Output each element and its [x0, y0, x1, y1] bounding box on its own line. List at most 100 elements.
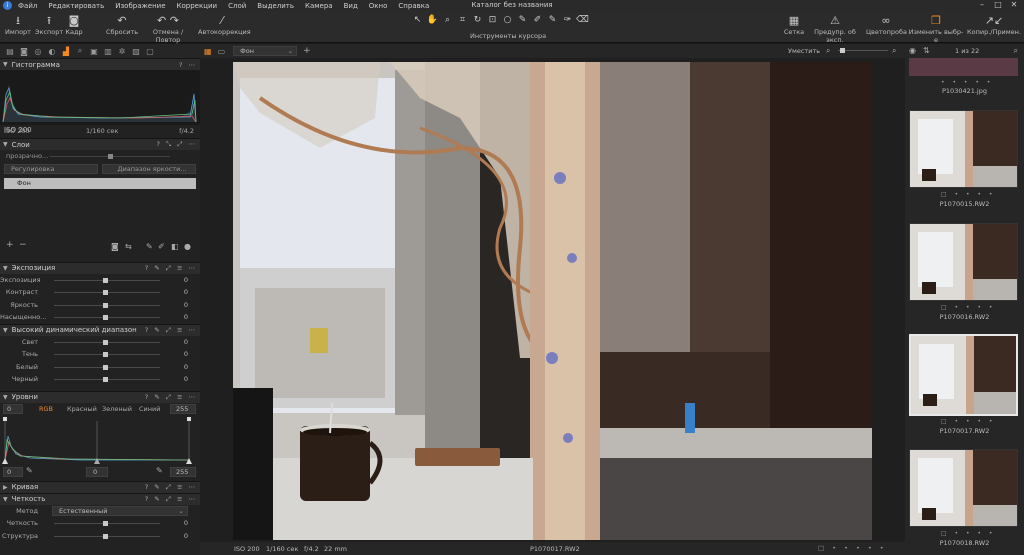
- exposure-slider[interactable]: [103, 277, 108, 283]
- rating-dots[interactable]: □ • • • • •: [818, 544, 887, 552]
- channel-rgb[interactable]: RGB: [39, 405, 53, 413]
- menu-layer[interactable]: Слой: [228, 2, 246, 10]
- menu-image[interactable]: Изображение: [115, 2, 165, 10]
- gradient-icon[interactable]: ✑: [560, 15, 575, 25]
- black-value[interactable]: 0: [166, 375, 188, 383]
- import-button[interactable]: ⭳ Импорт: [5, 14, 31, 36]
- contrast-value[interactable]: 0: [166, 288, 188, 296]
- white-value[interactable]: 0: [166, 363, 188, 371]
- clarity-slider[interactable]: [103, 521, 108, 526]
- layer-select[interactable]: Фон ⌄: [233, 46, 298, 56]
- thumbnail-p1030421[interactable]: [909, 58, 1018, 76]
- opacity-slider[interactable]: [108, 154, 113, 159]
- saturation-slider[interactable]: [103, 315, 108, 320]
- layer-item-background[interactable]: Фон: [4, 177, 196, 189]
- levels-graph[interactable]: [0, 416, 200, 466]
- search-icon[interactable]: ⌕: [1014, 46, 1018, 56]
- saturation-value[interactable]: 0: [166, 313, 188, 321]
- details-tab-icon[interactable]: ⌕: [73, 46, 87, 56]
- autocorrect-button[interactable]: ⁄ Автокоррекция: [198, 14, 251, 36]
- levels-header[interactable]: ▼ Уровни? ✎ ⤢ ≡ ⋯: [0, 390, 200, 403]
- shadows-value[interactable]: 0: [166, 350, 188, 358]
- rotate-icon[interactable]: ↻: [470, 15, 485, 25]
- color-tab-icon[interactable]: ◐: [45, 47, 59, 56]
- reset-button[interactable]: ↶ Сбросить: [106, 14, 138, 36]
- clarity-method-dropdown[interactable]: Естественный ⌄: [52, 505, 188, 516]
- levels-output-min[interactable]: 0: [3, 466, 23, 477]
- hdr-header[interactable]: ▼ Высокий динамический диапазон? ✎ ⤢ ≡ ⋯: [0, 323, 200, 336]
- add-layer-icon[interactable]: +: [6, 240, 14, 250]
- capture-button[interactable]: ◙ Кадр: [64, 14, 84, 36]
- zoom-icon[interactable]: ⌕: [440, 15, 455, 25]
- thumbnail-p1070016[interactable]: [909, 223, 1018, 301]
- zoom-in-icon[interactable]: ⌕: [892, 46, 896, 56]
- curve-header[interactable]: ▶ Кривая? ✎ ⤢ ≡ ⋯: [0, 480, 200, 493]
- exposure-tab-icon[interactable]: ▟: [59, 47, 73, 56]
- hand-icon[interactable]: ✋: [425, 15, 440, 25]
- edit-selected-button[interactable]: ❐ Изменить выбр-е: [908, 14, 964, 44]
- photo[interactable]: [200, 58, 905, 542]
- remove-layer-icon[interactable]: −: [19, 240, 27, 250]
- clarity-header[interactable]: ▼ Четкость? ✎ ⤢ ≡ ⋯: [0, 492, 200, 505]
- menu-view[interactable]: Вид: [344, 2, 358, 10]
- menu-edit[interactable]: Редактировать: [48, 2, 104, 10]
- channel-red[interactable]: Красный: [67, 405, 97, 413]
- fit-button[interactable]: Уместить: [788, 47, 820, 55]
- channel-blue[interactable]: Синий: [139, 405, 160, 413]
- undo-redo-button[interactable]: ↶ ↷ Отмена / Повтор: [140, 14, 196, 44]
- menu-help[interactable]: Справка: [398, 2, 429, 10]
- proof-button[interactable]: ∞ Цветопроба: [866, 14, 907, 36]
- shadows-slider[interactable]: [103, 352, 108, 357]
- channel-green[interactable]: Зеленый: [102, 405, 132, 413]
- settings-tab-icon[interactable]: ✲: [115, 47, 129, 56]
- levels-input-min[interactable]: 0: [3, 403, 23, 414]
- thumbnail-p1070018[interactable]: [909, 449, 1018, 527]
- levels-input-max[interactable]: 255: [170, 403, 196, 414]
- exposure-header[interactable]: ▼ Экспозиция? ✎ ⤢ ≡ ⋯: [0, 261, 200, 274]
- black-picker-icon[interactable]: ✎: [26, 466, 33, 475]
- mask-swap-icon[interactable]: ⇆: [125, 242, 132, 251]
- eraser-icon[interactable]: ⌫: [575, 15, 590, 25]
- highlights-slider[interactable]: [103, 339, 108, 345]
- single-view-icon[interactable]: ▭: [218, 47, 226, 56]
- thumbnail-p1070015[interactable]: [909, 110, 1018, 188]
- white-picker-icon[interactable]: ✎: [156, 466, 163, 475]
- library-tab-icon[interactable]: ▤: [3, 47, 17, 56]
- keystone-icon[interactable]: ⊡: [485, 15, 500, 25]
- brush-icon[interactable]: ✎: [146, 242, 153, 251]
- menu-select[interactable]: Выделить: [257, 2, 294, 10]
- maximize-icon[interactable]: □: [990, 0, 1006, 9]
- capture-tab-icon[interactable]: ◙: [17, 47, 31, 56]
- close-icon[interactable]: ✕: [1006, 0, 1022, 9]
- pen-icon[interactable]: ✎: [545, 15, 560, 25]
- copy-apply-button[interactable]: ↗↙ Копир./Примен.: [966, 14, 1022, 36]
- minimize-icon[interactable]: –: [974, 0, 990, 9]
- black-slider[interactable]: [103, 377, 108, 382]
- more-tab-icon[interactable]: ▢: [143, 47, 157, 56]
- layers-header[interactable]: ▼ Слои? ⤡ ⤢ ⋯: [0, 138, 200, 150]
- export-button[interactable]: ⭱ Экспорт: [35, 14, 63, 36]
- brush-icon[interactable]: ✐: [530, 15, 545, 25]
- spot-icon[interactable]: ○: [500, 15, 515, 25]
- exposure-warning-button[interactable]: ⚠ Предупр. об эксп.: [806, 14, 864, 44]
- white-slider[interactable]: [103, 364, 108, 370]
- zoom-slider[interactable]: [840, 48, 845, 53]
- batch-tab-icon[interactable]: ▨: [129, 47, 143, 56]
- picker-icon[interactable]: ✎: [515, 15, 530, 25]
- radial-icon[interactable]: ●: [184, 242, 191, 251]
- structure-value[interactable]: 0: [166, 532, 188, 540]
- local-tab-icon[interactable]: ▣: [87, 47, 101, 56]
- mask-icon[interactable]: ◙: [111, 242, 119, 251]
- add-icon[interactable]: +: [303, 46, 311, 56]
- menu-camera[interactable]: Камера: [305, 2, 333, 10]
- image-viewer[interactable]: [200, 58, 905, 542]
- menu-file[interactable]: Файл: [18, 2, 37, 10]
- structure-slider[interactable]: [103, 533, 108, 539]
- brightness-range-button[interactable]: Диапазон яркости...: [102, 163, 196, 174]
- grid-button[interactable]: ▦ Сетка: [782, 14, 806, 36]
- crop-icon[interactable]: ⌗: [455, 15, 470, 25]
- sort-icon[interactable]: ⇅: [923, 46, 930, 55]
- output-tab-icon[interactable]: ▥: [101, 47, 115, 56]
- levels-midpoint[interactable]: 0: [86, 466, 108, 477]
- menu-window[interactable]: Окно: [369, 2, 388, 10]
